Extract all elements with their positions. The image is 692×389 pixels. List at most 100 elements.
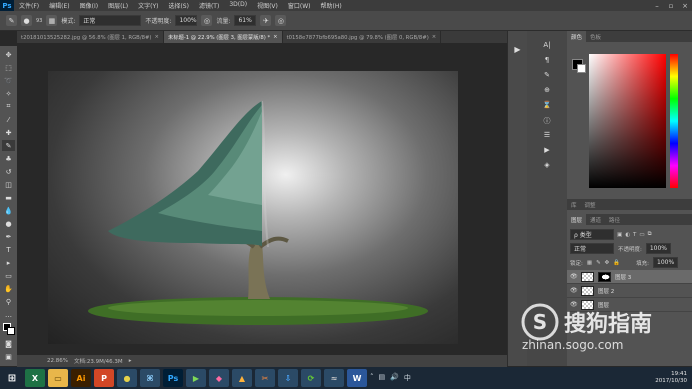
- excel-icon[interactable]: X: [25, 369, 45, 387]
- word-icon[interactable]: W: [347, 369, 367, 387]
- menu-item[interactable]: 编辑(E): [44, 1, 74, 10]
- screen-mode-icon[interactable]: ▣: [2, 351, 15, 362]
- color-swatches-icon[interactable]: [2, 322, 15, 336]
- layer-thumbnail[interactable]: [581, 285, 594, 296]
- filter-shape-icon[interactable]: ▭: [639, 232, 644, 238]
- visibility-eye-icon[interactable]: 👁: [570, 287, 578, 294]
- tab-swatches[interactable]: 色板: [586, 31, 605, 42]
- filter-smart-icon[interactable]: ⧉: [648, 231, 652, 238]
- tab-layers[interactable]: 图层: [567, 214, 587, 225]
- ime-icon[interactable]: 中: [404, 373, 411, 383]
- history-brush-tool-icon[interactable]: ↺: [2, 166, 15, 177]
- tab-close-icon[interactable]: ×: [273, 34, 277, 40]
- lock-move-icon[interactable]: ✥: [605, 260, 610, 266]
- styles-panel-icon[interactable]: ◈: [540, 161, 554, 171]
- menu-item[interactable]: 帮助(H): [316, 1, 347, 10]
- quick-select-tool-icon[interactable]: ✧: [2, 88, 15, 99]
- clone-source-icon[interactable]: ⊕: [540, 86, 554, 96]
- character-panel-icon[interactable]: A|: [540, 41, 554, 51]
- menu-item[interactable]: 滤镜(T): [194, 1, 224, 10]
- maximize-icon[interactable]: ▫: [664, 2, 678, 10]
- crop-tool-icon[interactable]: ⌗: [2, 101, 15, 112]
- eyedropper-tool-icon[interactable]: ⁄: [2, 114, 15, 125]
- flow-field[interactable]: 61%: [234, 15, 257, 26]
- document-canvas[interactable]: [48, 71, 458, 344]
- lock-transparency-icon[interactable]: ▦: [587, 260, 592, 266]
- filter-type-icon[interactable]: T: [633, 232, 636, 238]
- healing-tool-icon[interactable]: ✚: [2, 127, 15, 138]
- eraser-tool-icon[interactable]: ◫: [2, 179, 15, 190]
- player-icon[interactable]: ▶: [186, 369, 206, 387]
- menu-item[interactable]: 3D(D): [224, 1, 252, 10]
- app-icon[interactable]: ◆: [209, 369, 229, 387]
- layer-kind-select[interactable]: ρ 类型: [570, 229, 614, 240]
- pressure-opacity-icon[interactable]: ◎: [201, 15, 213, 26]
- more-tools-icon[interactable]: …: [2, 309, 15, 320]
- brush-tool-icon[interactable]: ✎: [6, 15, 17, 26]
- shape-tool-icon[interactable]: ▭: [2, 270, 15, 281]
- volume-icon[interactable]: 🔊: [390, 373, 399, 383]
- stamp-tool-icon[interactable]: ♣: [2, 153, 15, 164]
- close-icon[interactable]: ×: [678, 2, 692, 10]
- tray-arrow-icon[interactable]: ˄: [370, 373, 374, 383]
- minimize-icon[interactable]: –: [650, 2, 664, 10]
- lock-all-icon[interactable]: 🔒: [613, 260, 620, 266]
- menu-item[interactable]: 视图(V): [252, 1, 283, 10]
- background-swatch[interactable]: [577, 64, 586, 73]
- tab-close-icon[interactable]: ×: [154, 34, 158, 40]
- opacity-field[interactable]: 100%: [175, 15, 198, 26]
- marquee-tool-icon[interactable]: ⬚: [2, 62, 15, 73]
- play-icon[interactable]: ▶: [508, 45, 527, 54]
- file-explorer-icon[interactable]: ▭: [48, 369, 68, 387]
- path-select-tool-icon[interactable]: ▸: [2, 257, 15, 268]
- tab-color[interactable]: 颜色: [567, 31, 587, 42]
- document-tab[interactable]: t0158e7877bfb695a80.jpg @ 79.8% (图层 0, R…: [283, 31, 442, 43]
- menu-item[interactable]: 窗口(W): [283, 1, 316, 10]
- blend-mode-select[interactable]: 正常: [570, 243, 614, 254]
- info-panel-icon[interactable]: ⓘ: [540, 116, 554, 126]
- network-icon[interactable]: ▤: [379, 373, 386, 383]
- layer-thumbnail[interactable]: [581, 271, 594, 282]
- menu-item[interactable]: 图层(L): [103, 1, 133, 10]
- powerpoint-icon[interactable]: P: [94, 369, 114, 387]
- tab-paths[interactable]: 路径: [605, 214, 624, 225]
- visibility-eye-icon[interactable]: 👁: [570, 273, 578, 280]
- menu-item[interactable]: 选择(S): [163, 1, 194, 10]
- layer-opacity-field[interactable]: 100%: [645, 243, 672, 254]
- history-panel-icon[interactable]: ⌛: [540, 101, 554, 111]
- tab-libraries[interactable]: 库: [567, 199, 581, 210]
- type-tool-icon[interactable]: T: [2, 244, 15, 255]
- paragraph-panel-icon[interactable]: ¶: [540, 56, 554, 66]
- move-tool-icon[interactable]: ✥: [2, 49, 15, 60]
- document-tab[interactable]: 未标题-1 @ 22.9% (图层 3, 图层蒙版/8) * ×: [163, 31, 283, 43]
- fill-field[interactable]: 100%: [653, 257, 679, 268]
- network-icon[interactable]: ≈: [324, 369, 344, 387]
- layer-name[interactable]: 图层 2: [598, 287, 614, 295]
- tab-close-icon[interactable]: ×: [432, 34, 436, 40]
- download-icon[interactable]: ⇩: [278, 369, 298, 387]
- app2-icon[interactable]: ▲: [232, 369, 252, 387]
- menu-item[interactable]: 图像(I): [75, 1, 103, 10]
- pressure-size-icon[interactable]: ◎: [275, 15, 287, 26]
- zoom-readout[interactable]: 22.86%: [47, 358, 68, 364]
- clock[interactable]: 19:41 2017/10/30: [655, 371, 692, 385]
- blur-tool-icon[interactable]: 💧: [2, 205, 15, 216]
- menu-item[interactable]: 文件(F): [14, 1, 44, 10]
- lock-paint-icon[interactable]: ✎: [596, 260, 601, 266]
- photoshop-icon[interactable]: Ps: [163, 369, 183, 387]
- layer-mask-thumbnail[interactable]: [598, 271, 611, 282]
- actions-panel-icon[interactable]: ▶: [540, 146, 554, 156]
- gradient-tool-icon[interactable]: ▬: [2, 192, 15, 203]
- windows-start-icon[interactable]: ⊞: [2, 369, 22, 387]
- brush-panel-icon[interactable]: ▦: [46, 15, 58, 26]
- layer-name[interactable]: 图层 3: [615, 273, 631, 281]
- illustrator-icon[interactable]: Ai: [71, 369, 91, 387]
- document-tab[interactable]: t20181013525282.jpg @ 56.8% (图层 1, RGB/8…: [17, 31, 164, 43]
- baidu-icon[interactable]: ⌘: [140, 369, 160, 387]
- layer-row[interactable]: 👁 图层 2: [567, 284, 692, 298]
- filter-pixel-icon[interactable]: ▣: [617, 232, 622, 238]
- zoom-tool-icon[interactable]: ⚲: [2, 296, 15, 307]
- refresh-icon[interactable]: ⟳: [301, 369, 321, 387]
- hue-slider[interactable]: [670, 54, 678, 188]
- menu-item[interactable]: 文字(Y): [133, 1, 163, 10]
